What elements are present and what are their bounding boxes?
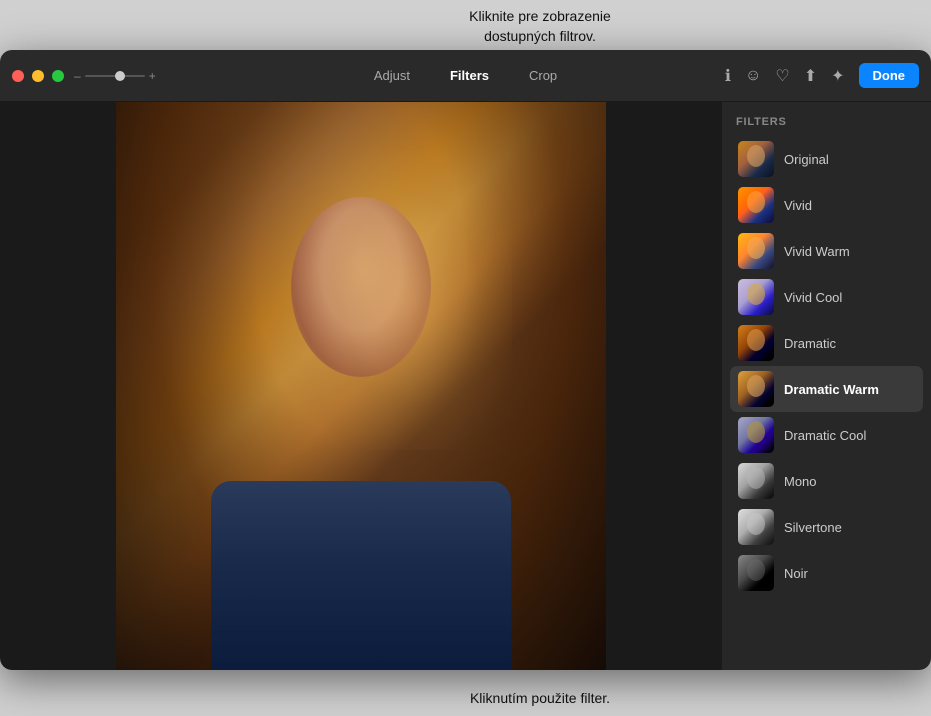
wand-icon[interactable]: ✦ [831,66,844,86]
filter-item-vivid-warm[interactable]: Vivid Warm [730,228,923,274]
filter-label-vivid: Vivid [784,198,812,213]
close-button[interactable] [12,70,24,82]
info-icon[interactable]: ℹ [725,66,731,86]
filter-label-silvertone: Silvertone [784,520,842,535]
filter-thumb-dramatic-warm [738,371,774,407]
filter-item-vivid-cool[interactable]: Vivid Cool [730,274,923,320]
filter-thumb-mono [738,463,774,499]
annotation-bottom: Kliknutím použite filter. [430,688,650,708]
photo-background [116,102,606,670]
filter-list: Original Vivid Vivid Warm [722,136,931,596]
filter-item-original[interactable]: Original [730,136,923,182]
filter-label-original: Original [784,152,829,167]
main-content: FILTERS Original Vivid [0,102,931,670]
filter-item-dramatic-cool[interactable]: Dramatic Cool [730,412,923,458]
filter-thumb-silvertone [738,509,774,545]
filter-item-mono[interactable]: Mono [730,458,923,504]
done-button[interactable]: Done [859,63,920,88]
share-icon[interactable]: ⬆ [804,66,817,86]
minimize-button[interactable] [32,70,44,82]
window-controls [12,70,64,82]
heart-icon[interactable]: ♡ [775,66,789,86]
plus-icon: + [149,69,156,83]
filter-thumb-vivid-warm [738,233,774,269]
tab-adjust[interactable]: Adjust [366,64,418,87]
tab-bar: Adjust Filters Crop [366,64,565,87]
filter-label-dramatic: Dramatic [784,336,836,351]
filter-thumb-vivid-cool [738,279,774,315]
tab-crop[interactable]: Crop [521,64,565,87]
filter-thumb-original [738,141,774,177]
filter-thumb-dramatic-cool [738,417,774,453]
app-window: – + Adjust Filters Crop ℹ ☺ ♡ ⬆ ✦ Done [0,50,931,670]
filter-thumb-dramatic [738,325,774,361]
filter-thumb-noir [738,555,774,591]
minus-icon: – [74,69,81,83]
photo-jacket [211,481,511,670]
filter-item-dramatic-warm[interactable]: Dramatic Warm [730,366,923,412]
titlebar: – + Adjust Filters Crop ℹ ☺ ♡ ⬆ ✦ Done [0,50,931,102]
brightness-slider[interactable]: – + [74,69,156,83]
filters-section-title: FILTERS [722,102,931,136]
filter-label-vivid-cool: Vivid Cool [784,290,842,305]
filter-label-vivid-warm: Vivid Warm [784,244,850,259]
filters-sidebar: FILTERS Original Vivid [721,102,931,670]
photo-face [291,197,431,377]
filter-item-noir[interactable]: Noir [730,550,923,596]
toolbar-right: ℹ ☺ ♡ ⬆ ✦ Done [725,63,919,88]
filter-thumb-vivid [738,187,774,223]
filter-label-dramatic-cool: Dramatic Cool [784,428,866,443]
filter-label-noir: Noir [784,566,808,581]
emoji-icon[interactable]: ☺ [745,67,761,85]
tab-filters[interactable]: Filters [442,64,497,87]
filter-item-dramatic[interactable]: Dramatic [730,320,923,366]
filter-label-mono: Mono [784,474,817,489]
filter-item-vivid[interactable]: Vivid [730,182,923,228]
maximize-button[interactable] [52,70,64,82]
slider-track[interactable] [85,75,145,77]
photo-area [0,102,721,670]
annotation-top: Kliknite pre zobrazeniedostupných filtro… [430,6,650,47]
outer-wrapper: Kliknite pre zobrazeniedostupných filtro… [0,0,931,716]
filter-label-dramatic-warm: Dramatic Warm [784,382,879,397]
filter-item-silvertone[interactable]: Silvertone [730,504,923,550]
photo-display [116,102,606,670]
